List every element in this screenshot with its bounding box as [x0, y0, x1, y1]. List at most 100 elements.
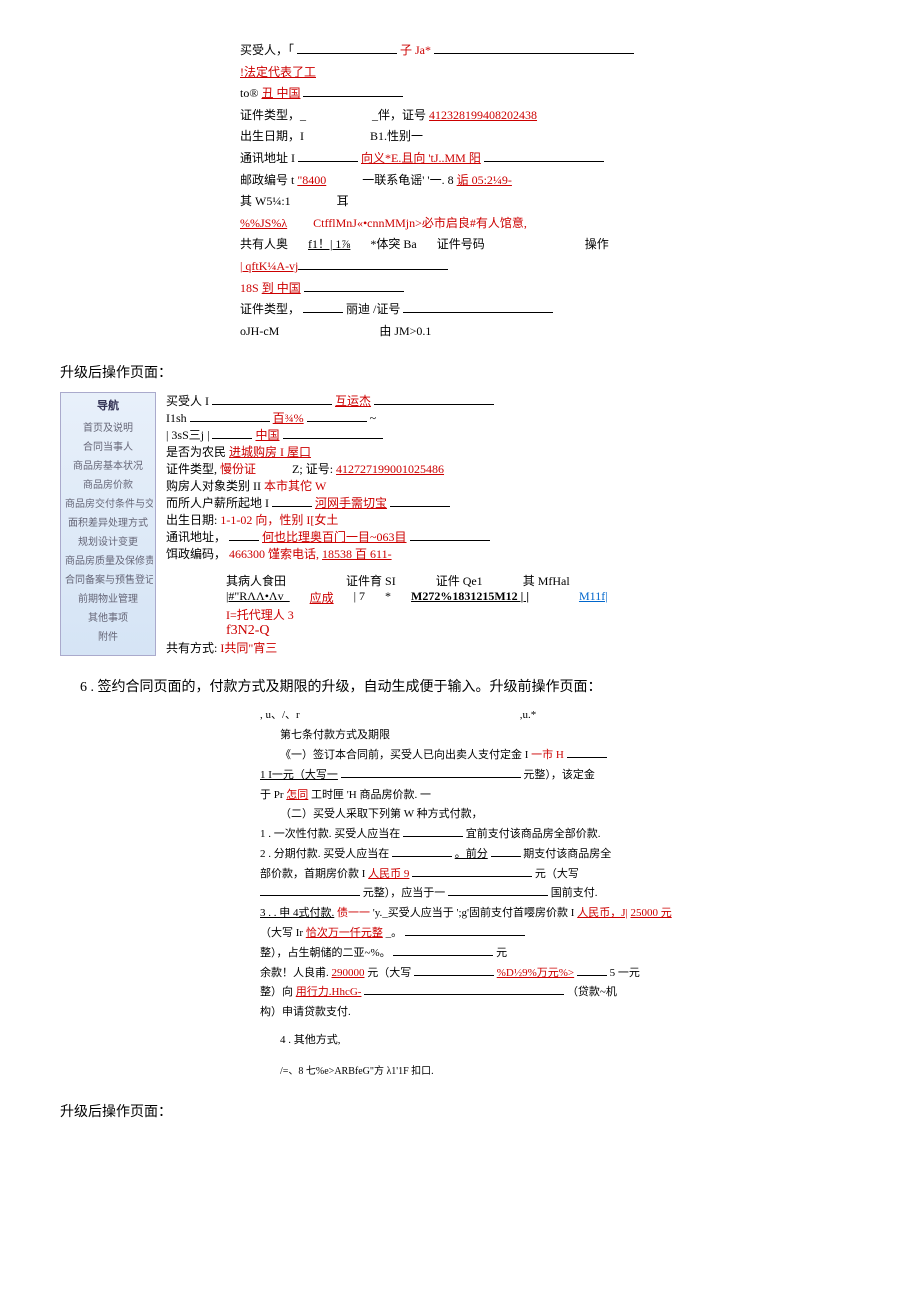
lbl-m2b: 。前分 — [455, 848, 488, 860]
lbl-idtype3: 证件类型, — [166, 462, 217, 476]
label-idno: _伴，证号 — [372, 108, 426, 122]
nav-item[interactable]: 面积差异处理方式 — [63, 512, 153, 531]
val-idno3: 412727199001025486 — [336, 462, 444, 476]
nav-item[interactable]: 商品房交付条件与交付手续 — [63, 493, 153, 512]
nav-item[interactable]: 规划设计变更 — [63, 531, 153, 550]
lbl-hukou: 而所人户薪所起地 I — [166, 496, 269, 510]
val-yishi: 一市 H — [531, 749, 564, 761]
val-js: CtfflMnJ«•cnnMMjn>必市启良#有人馆意, — [313, 216, 527, 230]
val-hukou: 河网手需切宝 — [315, 496, 387, 510]
nav-item[interactable]: 商品房价款 — [63, 474, 153, 493]
lbl-farmer: 是否为农民 — [166, 445, 226, 459]
lbl-m2: 2 . 分期付款. 买受人应当在 — [260, 848, 389, 860]
val-zip2: 466300 馑索电话, — [229, 547, 319, 561]
label-idtype: 证件类型，_ — [240, 108, 306, 122]
val-cn2: 到 中国 — [262, 281, 301, 295]
lbl-objtype: 购房人对象类别 II — [166, 479, 261, 493]
lbl-tc: *体突 Ba — [370, 234, 416, 256]
r-7: | 7 — [354, 589, 365, 606]
val-290000: 290000 — [332, 967, 365, 979]
lbl-3ss: | 3sS三j | — [166, 428, 209, 442]
lbl-yk: 余款！人良甫. — [260, 967, 329, 979]
l0a: , u、/、r — [260, 706, 300, 726]
lbl-dx: （大写 Ir — [260, 927, 303, 939]
lbl-share: 共有方式: — [166, 641, 217, 655]
val-idtype3: 慢份证 — [220, 462, 256, 476]
lbl-qi: 其 W5¼:1 — [240, 194, 291, 208]
val-zip: "8400 — [297, 173, 326, 187]
lbl-yuan: 元 — [496, 947, 507, 959]
label-buyer: 买受人，「 — [240, 43, 294, 57]
r-agent: I=托代理人 3 — [226, 606, 860, 623]
nav-item[interactable]: 商品房质量及保修责任 — [63, 550, 153, 569]
lbl-addr2: 通讯地址， — [166, 530, 226, 544]
label-zip: 邮政编号 t — [240, 173, 294, 187]
th-person: 其病人食田 — [226, 572, 286, 589]
lbl-qft: | qftK¼A-vj — [240, 259, 298, 273]
nav-item[interactable]: 附件 — [63, 626, 153, 645]
th-idtype: 证件育 SI — [346, 572, 396, 589]
label-legal: !法定代表了工 — [240, 65, 316, 79]
r-m11[interactable]: M11f| — [579, 589, 608, 606]
nav-sidebar: 导航 首页及说明 合同当事人 商品房基本状况 商品房价款 商品房交付条件与交付手… — [60, 392, 156, 656]
r-name: |#"RΛΛ•Λv_ — [226, 589, 290, 606]
lbl-5yuan: 5 一元 — [610, 967, 640, 979]
nav-item[interactable]: 首页及说明 — [63, 417, 153, 436]
lbl-gsh: 工时匣 'H 商品房价款. 一 — [311, 789, 431, 801]
val-buyer: 子 Ja* — [400, 43, 431, 57]
lbl-i1sh: I1sh — [166, 411, 187, 425]
lbl-c1: 《一）签订本合同前，买受人已向出卖人支付定金 I — [280, 749, 528, 761]
lbl-art7: 第七条付款方式及期限 — [280, 726, 860, 746]
lbl-js: %%JS%λ — [240, 216, 287, 230]
label-addr: 通讯地址 I — [240, 151, 295, 165]
lbl-ydx: 元（大写 — [535, 868, 579, 880]
val-lidi: 丽迪 — [346, 302, 370, 316]
val-birth2: 1-1-02 向，性别 I[女土 — [220, 513, 338, 527]
lbl-er: 耳 — [337, 194, 349, 208]
lbl-m3b: 'y._买受人应当于 ';g'固前支付首嘤房价款 I — [373, 907, 575, 919]
val-farmer: 进城购房 I 屋口 — [229, 445, 311, 459]
val-zt: 怎同 — [286, 789, 308, 801]
l0b: ,u.* — [520, 706, 537, 726]
val-addr: 向义*E.且向 'tJ..MM 阳 — [361, 151, 481, 165]
r-star: * — [385, 589, 391, 606]
form-block-before-1: 买受人，「 子 Ja* !法定代表了工 to® 丑 中国 证件类型，_ _伴，证… — [240, 40, 860, 342]
val-bank: 用行力.HhcG- — [296, 986, 362, 998]
lbl-buyer2: 买受人 I — [166, 394, 209, 408]
lbl-idtype2: 证件类型， — [240, 302, 300, 316]
nav-item[interactable]: 合同备案与预售登记 — [63, 569, 153, 588]
lbl-sqdk: 构）申请贷款支付. — [260, 1003, 860, 1023]
lbl-c2: （二）买受人采取下列第 W 种方式付款， — [280, 805, 860, 825]
section-after-upgrade-2: 升级后操作页面： — [60, 1101, 860, 1121]
label-gender: B1.性别一 — [370, 129, 423, 143]
nav-item[interactable]: 商品房基本状况 — [63, 455, 153, 474]
val-idno: 412328199408202438 — [429, 108, 537, 122]
val-buyer2: 互运杰 — [335, 394, 371, 408]
lbl-zheng: 整），占生朝储的二亚~%。 — [260, 947, 391, 959]
label-birth: 出生日期，I — [240, 129, 304, 143]
form-block-after-1: 买受人 I 互运杰 I1sh 百¾% ~ | 3sS三j | 中国 是否为农民 … — [166, 392, 860, 656]
nav-item[interactable]: 其他事项 — [63, 607, 153, 626]
nav-item[interactable]: 合同当事人 — [63, 436, 153, 455]
lbl-m1b: 宜前支付该商品房全部价款. — [466, 828, 601, 840]
r-m272: M272%1831215M12 | | — [411, 589, 529, 606]
val-rmb2: 人民币，J| — [577, 907, 627, 919]
val-rmb: 人民币 9 — [368, 868, 409, 880]
lbl-ojh: oJH-cM — [240, 321, 279, 343]
lbl-bpk: 部价款，首期房价款 I — [260, 868, 365, 880]
lbl-m2c: 期支付该商品房全 — [523, 848, 611, 860]
item-6: 6 . 签约合同页面的，付款方式及期限的升级，自动生成便于输入。升级前操作页面： — [80, 676, 860, 696]
val-25000: 25000 元 — [630, 907, 671, 919]
nav-item[interactable]: 前期物业管理 — [63, 588, 153, 607]
lbl-op: 操作 — [585, 234, 609, 256]
lbl-zip2: 饵政编码， — [166, 547, 226, 561]
lbl-zh2: Z; 证号: — [292, 462, 333, 476]
val-f1: f1！| 1⅞ — [308, 234, 350, 256]
val-objtype: 本市其佗 W — [264, 479, 326, 493]
section-after-upgrade-1: 升级后操作页面： — [60, 362, 860, 382]
lbl-gqzf: 国前支付. — [551, 887, 598, 899]
nav-title: 导航 — [63, 397, 153, 413]
lbl-to: to® — [240, 86, 258, 100]
val-zhai: 债一一 — [337, 907, 370, 919]
val-addr2: 何也比理奥百门一目~063目 — [262, 530, 407, 544]
